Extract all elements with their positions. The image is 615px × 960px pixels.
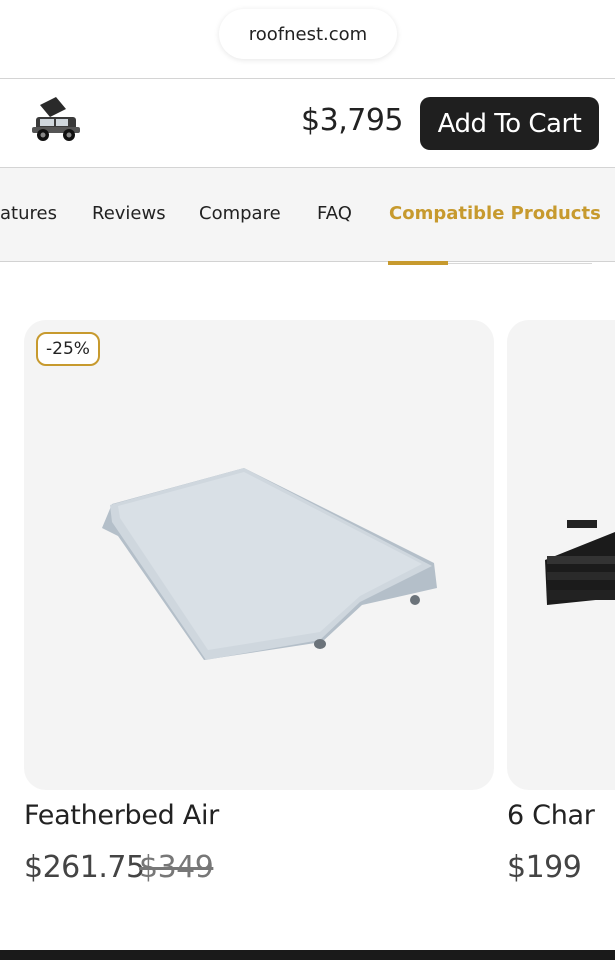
- browser-address-bar: roofnest.com: [0, 0, 615, 78]
- tab-divider: [448, 263, 592, 264]
- sticky-price: $3,795: [301, 103, 403, 138]
- tab-reviews[interactable]: Reviews: [92, 203, 166, 224]
- url-field[interactable]: roofnest.com: [219, 9, 397, 59]
- sticky-product-bar: $3,795 Add To Cart: [0, 78, 615, 168]
- product-name[interactable]: Featherbed Air: [24, 800, 219, 831]
- product-price: $199: [507, 850, 582, 885]
- add-to-cart-button[interactable]: Add To Cart: [420, 97, 599, 150]
- product-section-tabs: atures Reviews Compare FAQ Compatible Pr…: [0, 168, 615, 262]
- tab-compatible-products[interactable]: Compatible Products: [389, 203, 601, 224]
- footer-edge: [0, 950, 615, 960]
- tab-compare[interactable]: Compare: [199, 203, 281, 224]
- tab-faq[interactable]: FAQ: [317, 203, 352, 224]
- inflatable-mattress-image: [102, 468, 437, 660]
- product-name[interactable]: 6 Char: [507, 800, 595, 831]
- product-card-chair[interactable]: [507, 320, 615, 790]
- product-sale-price: $261.75: [24, 850, 145, 885]
- tab-features[interactable]: atures: [0, 203, 57, 224]
- rooftop-tent-vehicle-thumbnail: [32, 97, 80, 141]
- product-card-featherbed[interactable]: -25%: [24, 320, 494, 790]
- product-original-price: $349: [139, 850, 214, 885]
- chair-image: [545, 520, 615, 605]
- active-tab-indicator: [388, 261, 448, 265]
